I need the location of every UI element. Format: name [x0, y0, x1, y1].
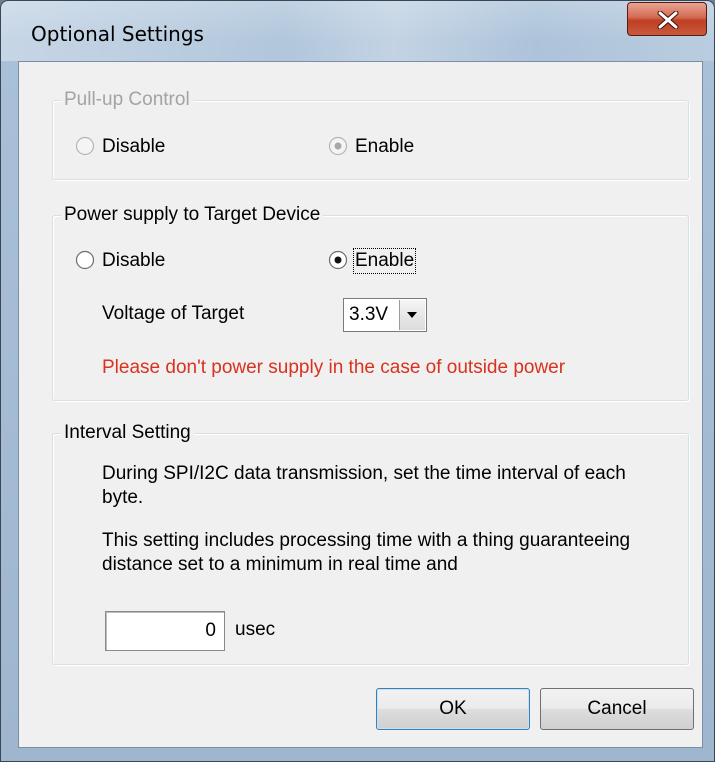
power-disable-radio[interactable]	[75, 250, 95, 270]
interval-setting-legend: Interval Setting	[61, 422, 194, 444]
cancel-button[interactable]: Cancel	[540, 688, 694, 730]
pullup-disable-radio[interactable]	[75, 136, 95, 156]
pullup-control-legend: Pull-up Control	[61, 89, 193, 111]
interval-unit-label: usec	[235, 619, 276, 640]
pullup-enable-radio[interactable]	[328, 136, 348, 156]
voltage-select-value: 3.3V	[349, 304, 389, 325]
dialog-window: Optional Settings Pull-up Control Disabl…	[0, 0, 715, 762]
interval-value-field[interactable]	[106, 612, 224, 650]
power-warning-text: Please don't power supply in the case of…	[102, 357, 566, 378]
dialog-client-area: Pull-up Control Disable Enable Power sup…	[18, 61, 703, 748]
voltage-label: Voltage of Target	[102, 303, 245, 324]
voltage-select[interactable]: 3.3V	[343, 298, 427, 332]
close-icon	[657, 11, 679, 29]
interval-description-1: During SPI/I2C data transmission, set th…	[102, 463, 626, 508]
pullup-enable-label: Enable	[355, 136, 415, 157]
window-title: Optional Settings	[31, 22, 204, 46]
power-disable-label: Disable	[102, 250, 166, 271]
power-enable-label: Enable	[352, 248, 417, 274]
power-supply-legend: Power supply to Target Device	[61, 204, 324, 226]
chevron-down-icon	[407, 312, 417, 318]
ok-button[interactable]: OK	[376, 688, 530, 730]
power-enable-radio[interactable]	[328, 250, 348, 270]
pullup-disable-label: Disable	[102, 136, 166, 157]
interval-description-2: This setting includes processing time wi…	[102, 530, 631, 575]
close-button[interactable]	[627, 2, 707, 36]
voltage-dropdown-button[interactable]	[399, 300, 425, 330]
title-bar[interactable]: Optional Settings	[1, 1, 714, 61]
interval-value-input[interactable]	[105, 611, 225, 651]
